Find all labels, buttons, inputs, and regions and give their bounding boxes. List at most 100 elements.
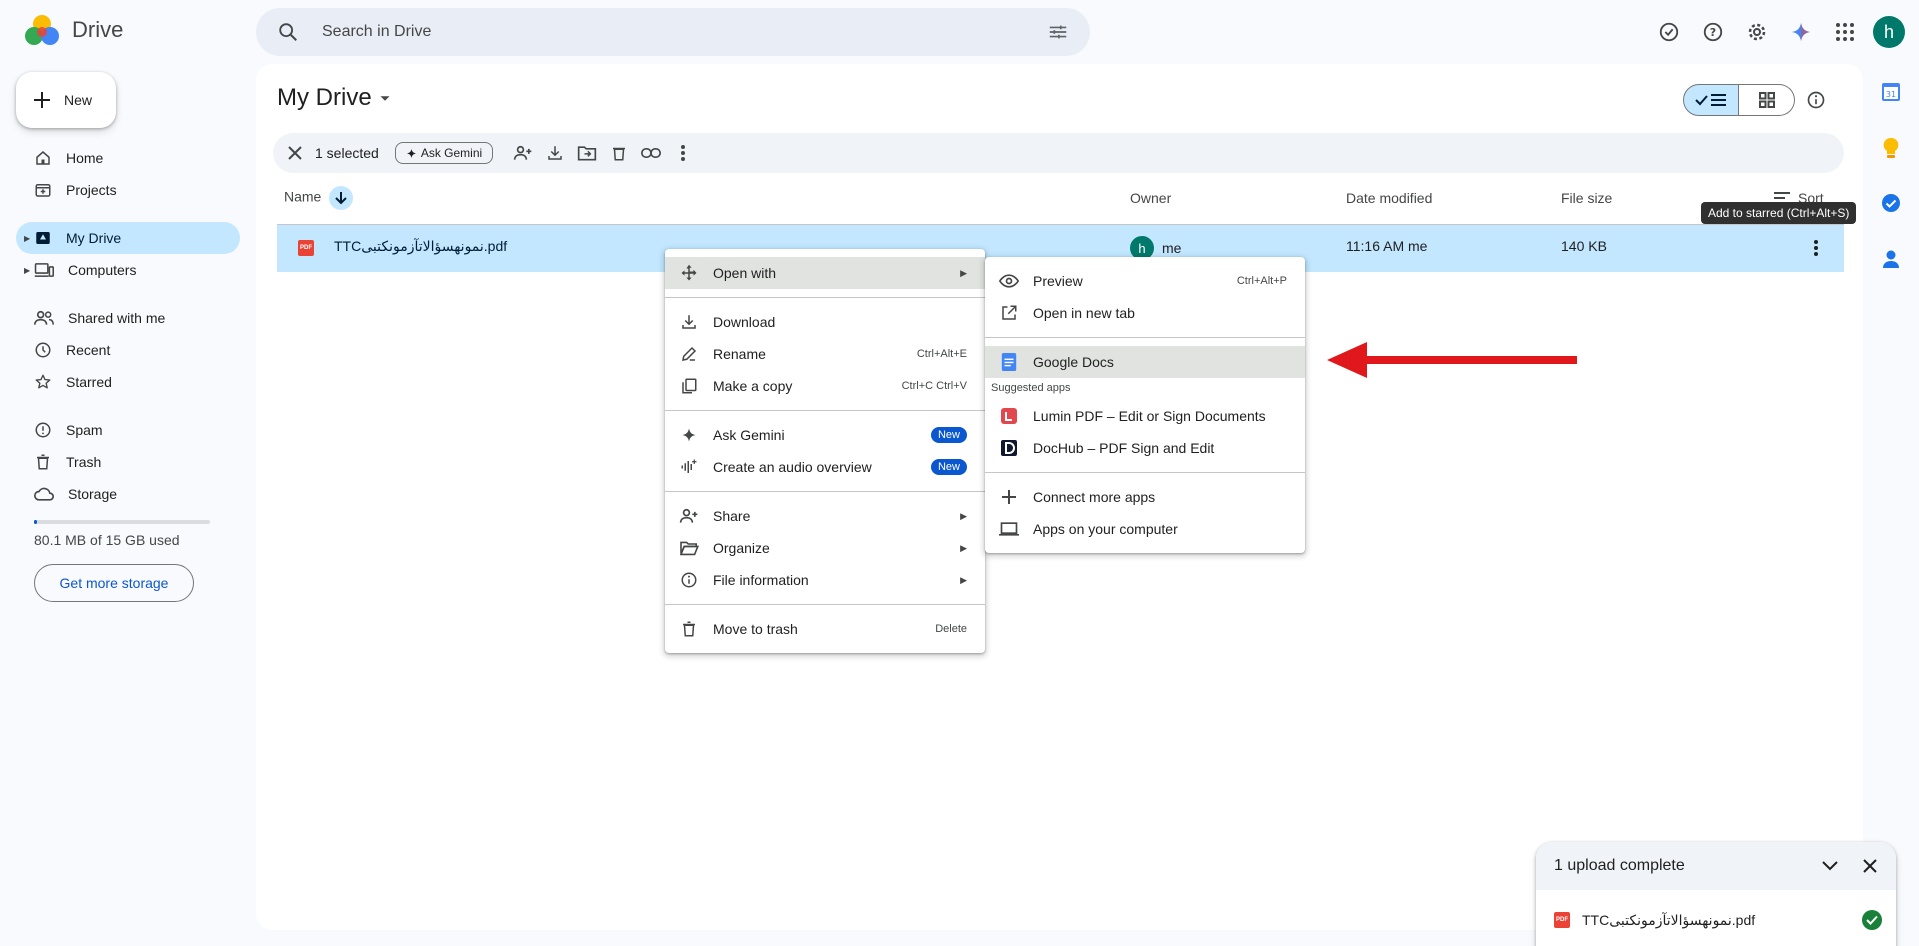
menu-item-apps-on-your-computer[interactable]: Apps on your computer [985, 513, 1305, 545]
menu-item-dochub[interactable]: DocHub – PDF Sign and Edit [985, 432, 1305, 464]
sidebar-item-home[interactable]: Home [16, 142, 240, 174]
menu-item-open-in-new-tab[interactable]: Open in new tab [985, 297, 1305, 329]
menu-item-lumin-pdf[interactable]: Lumin PDF – Edit or Sign Documents [985, 400, 1305, 432]
list-view-button[interactable] [1683, 84, 1739, 116]
submenu-arrow-icon: ▶ [960, 510, 967, 521]
column-header-name[interactable]: Name [284, 186, 354, 210]
menu-item-rename[interactable]: Rename Ctrl+Alt+E [665, 338, 985, 370]
ask-gemini-chip[interactable]: Ask Gemini [394, 142, 494, 164]
close-panel-button[interactable] [1850, 846, 1890, 886]
sidebar-item-my-drive[interactable]: ▶ My Drive [16, 222, 240, 254]
file-name[interactable]: TTCنمونهسؤالاتآزمونکتبی.pdf [334, 238, 507, 255]
menu-item-google-docs[interactable]: Google Docs [985, 346, 1305, 378]
pencil-icon [679, 344, 699, 364]
sidebar-nav-shared: Shared with me Recent Starred [16, 302, 240, 398]
download-button[interactable] [539, 137, 571, 169]
upload-file-row[interactable]: PDF TTCنمونهسؤالاتآزمونکتبی.pdf [1536, 896, 1896, 944]
column-header-file-size[interactable]: File size [1561, 190, 1612, 206]
sort-direction-button[interactable] [329, 186, 354, 210]
menu-item-file-information[interactable]: File information ▶ [665, 564, 985, 596]
file-owner-label: me [1162, 240, 1182, 256]
sidebar-item-label: Home [66, 150, 104, 166]
settings-gear-icon[interactable] [1737, 12, 1777, 52]
search-input[interactable] [322, 23, 1038, 41]
open-with-submenu: Preview Ctrl+Alt+P Open in new tab Googl… [985, 257, 1305, 553]
copy-icon [679, 376, 699, 396]
move-button[interactable] [571, 137, 603, 169]
menu-item-label: Share [713, 508, 751, 524]
menu-item-label: Rename [713, 346, 766, 362]
account-avatar-button[interactable]: h [1869, 12, 1909, 52]
menu-item-label: Organize [713, 540, 770, 556]
sidebar-item-trash[interactable]: Trash [16, 446, 240, 478]
calendar-day: 31 [1886, 90, 1896, 99]
row-more-actions-button[interactable] [1796, 228, 1836, 268]
sidebar-item-computers[interactable]: ▶ Computers [16, 254, 240, 286]
share-button[interactable] [507, 137, 539, 169]
pdf-file-icon: PDF [1554, 912, 1570, 928]
eye-icon [999, 271, 1019, 291]
delete-button[interactable] [603, 137, 635, 169]
menu-item-preview[interactable]: Preview Ctrl+Alt+P [985, 265, 1305, 297]
new-badge: New [930, 427, 967, 443]
expand-caret-icon[interactable]: ▶ [24, 266, 30, 275]
lumin-pdf-icon [999, 406, 1019, 426]
menu-item-make-a-copy[interactable]: Make a copy Ctrl+C Ctrl+V [665, 370, 985, 402]
move-arrows-icon [679, 263, 699, 283]
sidebar-item-starred[interactable]: Starred [16, 366, 240, 398]
keep-icon[interactable] [1880, 137, 1902, 159]
gemini-sparkle-icon[interactable] [1781, 12, 1821, 52]
avatar: h [1873, 16, 1905, 48]
new-button[interactable]: New [16, 72, 116, 128]
computers-icon [34, 263, 54, 277]
column-header-date-modified[interactable]: Date modified [1346, 190, 1432, 206]
menu-item-download[interactable]: Download [665, 306, 985, 338]
sidebar-item-spam[interactable]: Spam [16, 414, 240, 446]
upload-file-name: TTCنمونهسؤالاتآزمونکتبی.pdf [1582, 911, 1756, 928]
sidebar-item-shared-with-me[interactable]: Shared with me [16, 302, 240, 334]
details-info-button[interactable] [1796, 80, 1836, 120]
search-bar[interactable] [256, 8, 1090, 56]
menu-item-open-with[interactable]: Open with ▶ [665, 257, 985, 289]
menu-item-move-to-trash[interactable]: Move to trash Delete [665, 613, 985, 645]
page-title[interactable]: My Drive [277, 84, 394, 112]
sidebar-item-recent[interactable]: Recent [16, 334, 240, 366]
help-icon[interactable]: ? [1693, 12, 1733, 52]
copy-link-button[interactable] [635, 137, 667, 169]
expand-caret-icon[interactable]: ▶ [24, 234, 30, 243]
search-icon[interactable] [268, 12, 308, 52]
view-toggle [1683, 84, 1795, 116]
new-button-label: New [64, 92, 93, 108]
sidebar-item-projects[interactable]: Projects [16, 174, 240, 206]
menu-item-label: Move to trash [713, 621, 798, 637]
arrow-down-icon [335, 192, 347, 205]
get-more-storage-button[interactable]: Get more storage [34, 564, 194, 602]
info-icon [679, 570, 699, 590]
calendar-icon[interactable]: 31 [1880, 81, 1902, 103]
plus-icon [999, 487, 1019, 507]
sidebar-item-label: Recent [66, 342, 111, 358]
search-options-icon[interactable] [1038, 12, 1078, 52]
column-header-owner[interactable]: Owner [1130, 190, 1171, 206]
ready-for-offline-icon[interactable] [1649, 12, 1689, 52]
clear-selection-button[interactable] [279, 137, 311, 169]
more-actions-button[interactable] [667, 137, 699, 169]
menu-item-create-audio-overview[interactable]: Create an audio overview New [665, 451, 985, 483]
new-badge: New [930, 459, 967, 475]
submenu-arrow-icon: ▶ [960, 574, 967, 585]
close-icon [288, 146, 302, 160]
menu-item-connect-more-apps[interactable]: Connect more apps [985, 481, 1305, 513]
sidebar-item-label: Projects [66, 182, 117, 198]
contacts-icon[interactable] [1880, 248, 1902, 270]
google-apps-icon[interactable] [1825, 12, 1865, 52]
storage-meter [34, 520, 210, 524]
menu-item-label: Make a copy [713, 378, 793, 394]
grid-view-button[interactable] [1739, 84, 1795, 116]
menu-item-ask-gemini[interactable]: Ask Gemini New [665, 419, 985, 451]
collapse-panel-button[interactable] [1810, 846, 1850, 886]
tasks-icon[interactable] [1880, 192, 1902, 214]
menu-item-share[interactable]: Share ▶ [665, 500, 985, 532]
sidebar-item-storage[interactable]: Storage [16, 478, 240, 510]
menu-item-organize[interactable]: Organize ▶ [665, 532, 985, 564]
drive-logo[interactable]: Drive [24, 14, 123, 46]
